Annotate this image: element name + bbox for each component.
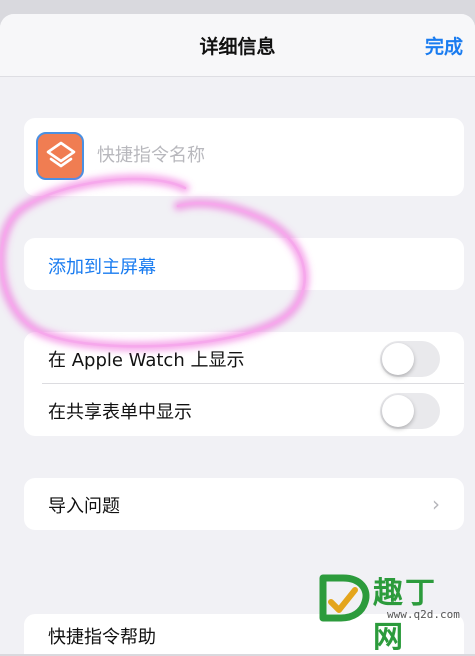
apple-watch-row: 在 Apple Watch 上显示 — [24, 332, 464, 384]
watermark-logo — [319, 574, 370, 622]
toggle-knob — [382, 343, 414, 375]
shortcut-name-card — [24, 118, 464, 196]
import-questions-label: 导入问题 — [48, 496, 120, 517]
layers-icon — [46, 141, 76, 168]
add-to-home-screen-button[interactable]: 添加到主屏幕 — [48, 253, 156, 279]
shortcut-name-input[interactable] — [97, 145, 427, 166]
details-sheet: 详细信息 完成 添加到主屏幕 在 Apple Watch 上显示 在共享表单中显… — [0, 14, 475, 654]
add-to-home-card[interactable]: 添加到主屏幕 — [24, 238, 464, 290]
navigation-bar: 详细信息 完成 — [0, 14, 475, 77]
watermark-url: www.q2d.com — [387, 608, 460, 621]
share-sheet-row: 在共享表单中显示 — [24, 384, 464, 436]
toggle-knob — [382, 395, 414, 427]
shortcuts-help-label: 快捷指令帮助 — [48, 627, 156, 648]
chevron-right-icon: › — [432, 492, 440, 516]
toggles-card: 在 Apple Watch 上显示 在共享表单中显示 — [24, 332, 464, 436]
done-button[interactable]: 完成 — [425, 32, 463, 59]
watermark: 趣丁网 www.q2d.com — [317, 564, 467, 655]
share-sheet-toggle[interactable] — [380, 393, 440, 429]
shortcut-icon-button[interactable] — [36, 132, 84, 180]
apple-watch-toggle[interactable] — [380, 341, 440, 377]
page-title: 详细信息 — [199, 36, 276, 58]
import-questions-row[interactable]: 导入问题 › — [24, 478, 464, 530]
apple-watch-label: 在 Apple Watch 上显示 — [48, 350, 245, 371]
share-sheet-label: 在共享表单中显示 — [48, 402, 192, 423]
